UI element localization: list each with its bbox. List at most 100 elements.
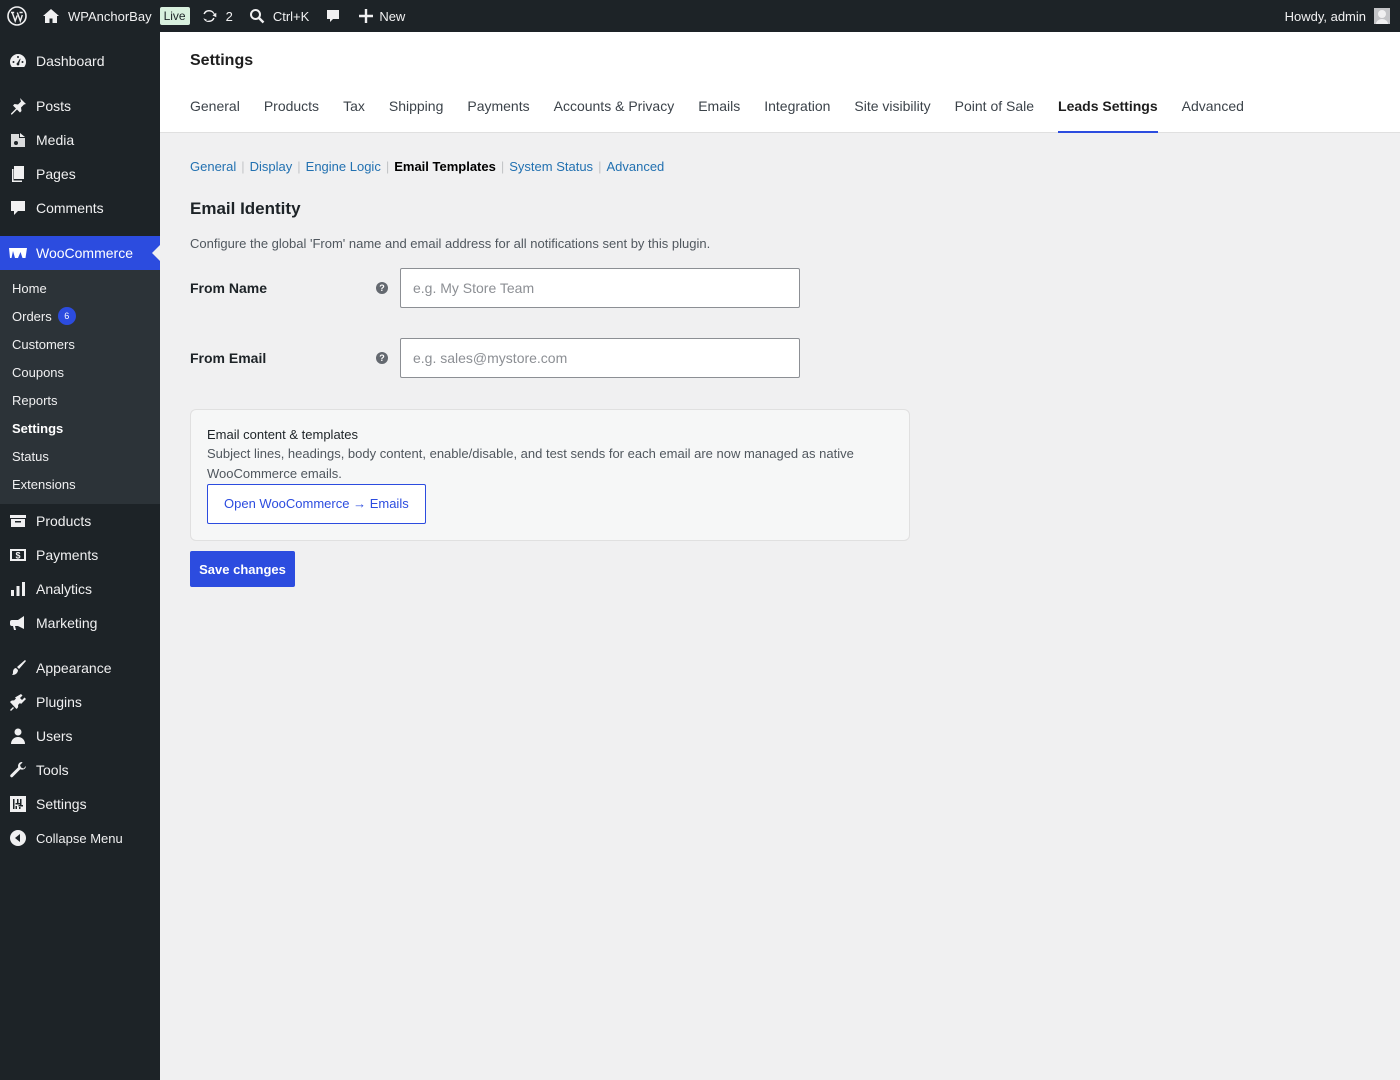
sidebar-item-payments[interactable]: $ Payments [0,538,160,572]
tab-point-of-sale[interactable]: Point of Sale [955,98,1034,133]
from-name-input[interactable] [400,268,800,308]
subtab-advanced[interactable]: Advanced [606,159,664,174]
megaphone-icon [8,613,28,633]
sidebar-item-analytics[interactable]: Analytics [0,572,160,606]
tab-accounts-privacy[interactable]: Accounts & Privacy [554,98,675,133]
sidebar-item-marketing[interactable]: Marketing [0,606,160,640]
sidebar-item-label: Settings [36,796,87,812]
from-email-input[interactable] [400,338,800,378]
subtab-engine-logic[interactable]: Engine Logic [306,159,381,174]
subtab-email-templates[interactable]: Email Templates [394,159,496,174]
separator: | [500,159,505,174]
sidebar-item-tools[interactable]: Tools [0,753,160,787]
sidebar-item-media[interactable]: Media [0,123,160,157]
notice-text: Subject lines, headings, body content, e… [207,446,854,481]
save-changes-button[interactable]: Save changes [190,551,295,587]
subtab-display[interactable]: Display [250,159,293,174]
sidebar-item-users[interactable]: Users [0,719,160,753]
my-account[interactable]: Howdy, admin [1285,8,1400,24]
sidebar-item-customers[interactable]: Customers [0,330,160,358]
from-name-row: From Name ? [190,268,1370,308]
sidebar-item-label: WooCommerce [36,245,133,261]
comments-link[interactable] [317,0,349,32]
separator: | [241,159,245,174]
sidebar-item-comments[interactable]: Comments [0,191,160,225]
sidebar-item-label: Users [36,728,73,744]
pages-icon [8,164,28,184]
help-icon[interactable]: ? [376,282,388,294]
tab-shipping[interactable]: Shipping [389,98,444,133]
from-name-label: From Name [190,280,268,296]
new-label: New [379,8,406,24]
search-icon [249,8,265,24]
collapse-menu-button[interactable]: Collapse Menu [0,821,160,855]
tab-tax[interactable]: Tax [343,98,365,133]
sidebar-item-label: Pages [36,166,76,182]
settings-content: General | Display | Engine Logic | Email… [190,133,1370,587]
tab-site-visibility[interactable]: Site visibility [854,98,930,133]
tab-advanced[interactable]: Advanced [1182,98,1244,133]
dashboard-icon [8,51,28,71]
separator: | [297,159,301,174]
svg-text:$: $ [15,551,20,561]
subsection-nav: General | Display | Engine Logic | Email… [190,159,1370,174]
settings-tabs: General Products Tax Shipping Payments A… [190,98,1268,133]
pin-icon [8,96,28,116]
sidebar-item-home[interactable]: Home [0,274,160,302]
tab-products[interactable]: Products [264,98,319,133]
bar-chart-icon [8,579,28,599]
sidebar-item-label: Plugins [36,694,82,710]
sidebar-item-posts[interactable]: Posts [0,89,160,123]
sidebar-item-plugins[interactable]: Plugins [0,685,160,719]
subtab-system-status[interactable]: System Status [509,159,593,174]
home-icon [42,8,60,24]
sidebar-item-orders[interactable]: Orders 6 [0,302,160,330]
collapse-arrow-icon [8,828,28,848]
settings-sliders-icon [8,794,28,814]
orders-count-badge: 6 [57,307,76,325]
sidebar-item-dashboard[interactable]: Dashboard [0,44,160,78]
wrench-icon [8,760,28,780]
tab-integration[interactable]: Integration [764,98,830,133]
section-description: Configure the global 'From' name and ema… [190,236,711,251]
updates-link[interactable]: 2 [198,0,241,32]
sidebar-item-label: Comments [36,200,104,216]
sidebar-item-woocommerce[interactable]: WooCommerce [0,236,160,270]
sidebar-item-coupons[interactable]: Coupons [0,358,160,386]
avatar [1374,8,1390,24]
sidebar-item-label: Tools [36,762,69,778]
sidebar-item-products[interactable]: Products [0,504,160,538]
sidebar-item-label: Posts [36,98,72,114]
subtab-general[interactable]: General [190,159,236,174]
live-badge: Live [159,7,190,25]
comment-icon [325,8,341,24]
command-search-link[interactable]: Ctrl+K [241,0,317,32]
tab-leads-settings[interactable]: Leads Settings [1058,98,1158,133]
sidebar-item-reports[interactable]: Reports [0,386,160,414]
sidebar-item-pages[interactable]: Pages [0,157,160,191]
site-name-link[interactable]: WPAnchorBay Live [34,0,198,32]
sidebar-item-appearance[interactable]: Appearance [0,651,160,685]
site-name: WPAnchorBay [68,8,152,24]
sidebar-item-settings[interactable]: Settings [0,787,160,821]
wordpress-logo-icon[interactable] [0,0,34,32]
from-email-row: From Email ? [190,338,1370,378]
plugin-icon [8,692,28,712]
search-shortcut: Ctrl+K [272,8,310,24]
open-woocommerce-emails-button[interactable]: Open WooCommerce → Emails [207,484,426,524]
tab-emails[interactable]: Emails [698,98,740,133]
woocommerce-submenu: Home Orders 6 Customers Coupons Reports … [0,270,160,504]
sidebar-item-status[interactable]: Status [0,442,160,470]
sidebar-item-woo-settings[interactable]: Settings [0,414,160,442]
admin-bar: WPAnchorBay Live 2 Ctrl+K New Howdy, adm… [0,0,1400,32]
sidebar-item-label: Media [36,132,75,148]
user-icon [8,726,28,746]
tab-payments[interactable]: Payments [467,98,529,133]
new-content-link[interactable]: New [349,0,413,32]
sidebar-item-label: Marketing [36,615,98,631]
sidebar-item-label: Dashboard [36,53,105,69]
tab-general[interactable]: General [190,98,240,133]
updates-count: 2 [225,8,233,24]
sidebar-item-extensions[interactable]: Extensions [0,470,160,498]
help-icon[interactable]: ? [376,352,388,364]
